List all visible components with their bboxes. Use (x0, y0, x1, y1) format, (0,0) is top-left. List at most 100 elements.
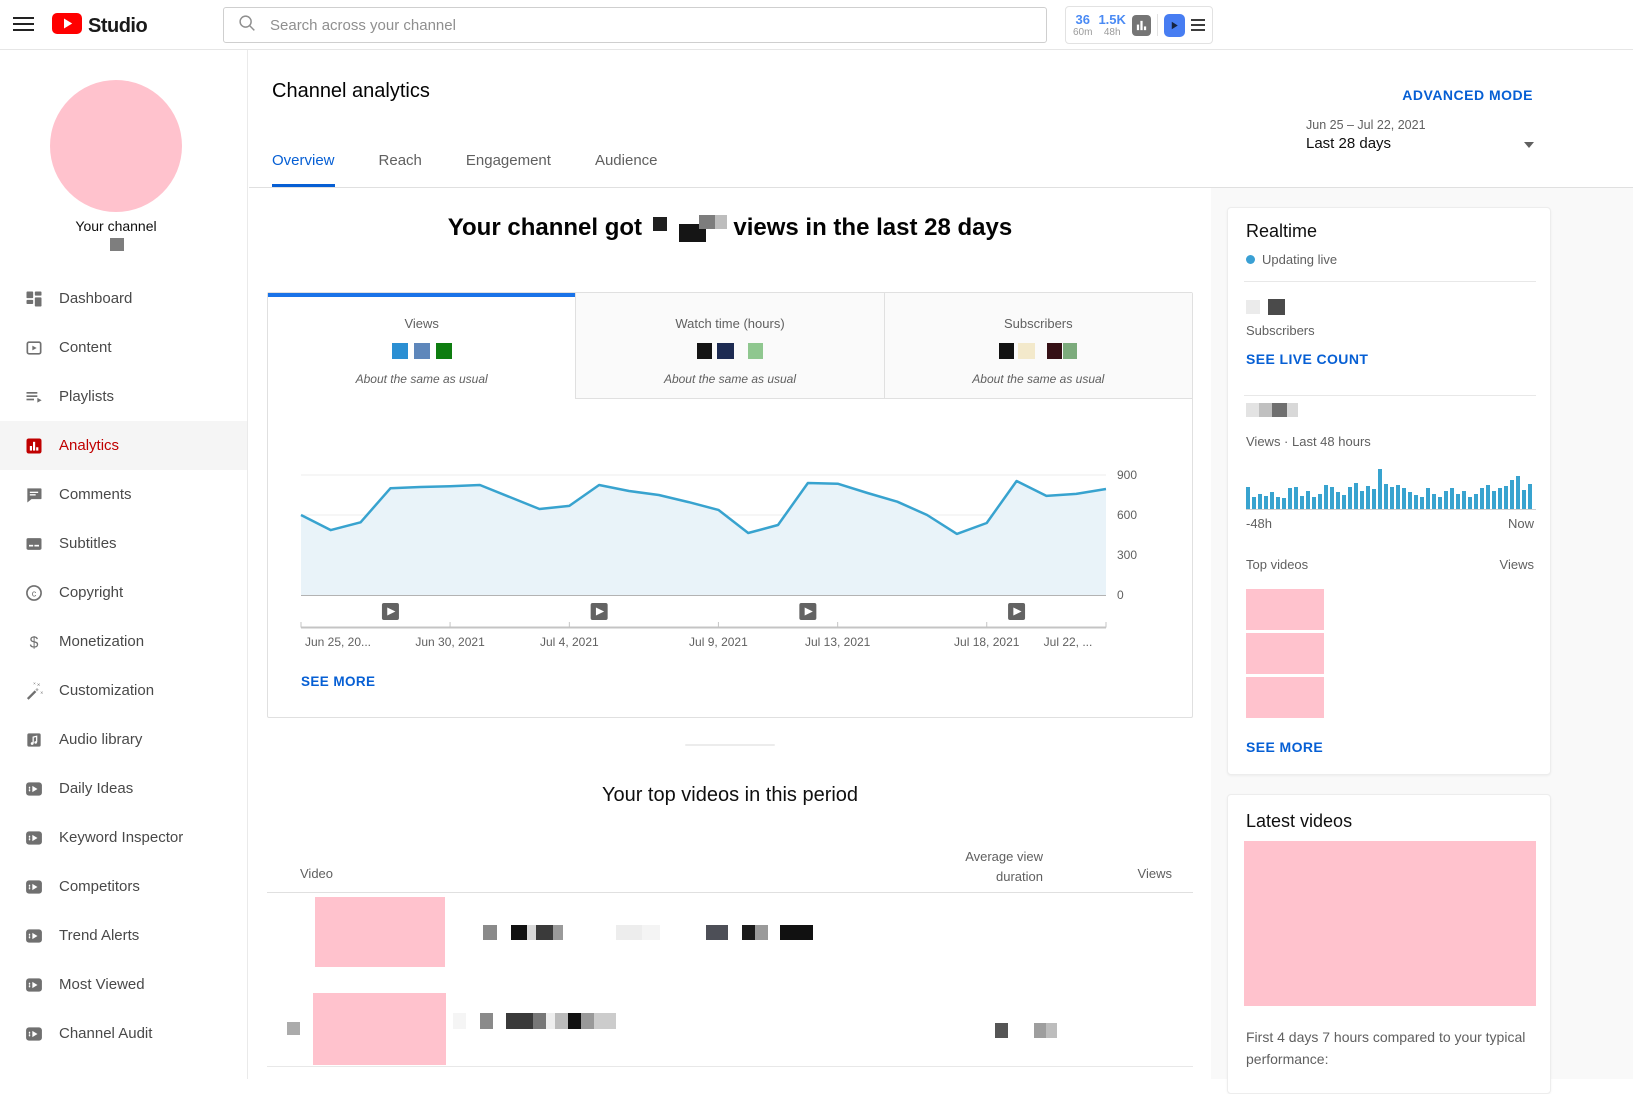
metric-tab-note: About the same as usual (885, 372, 1192, 386)
chevron-down-icon (1524, 142, 1534, 148)
top-videos-table: Video Average view duration Views (267, 845, 1193, 1079)
redacted-views-count (1287, 403, 1298, 417)
column-header-avg-view-duration: Average view duration (965, 847, 1043, 887)
sidebar-item-playlists[interactable]: Playlists (0, 372, 247, 421)
updating-live-status: Updating live (1246, 252, 1337, 267)
svg-text:×: × (37, 682, 40, 688)
sidebar-item-copyright[interactable]: cCopyright (0, 568, 247, 617)
key-metrics-card: ViewsAbout the same as usualWatch time (… (267, 292, 1193, 718)
subtitles-icon (23, 533, 45, 555)
sidebar-item-label: Comments (59, 486, 132, 503)
svg-text:×: × (40, 690, 43, 696)
redacted-video-thumbnail[interactable] (313, 993, 446, 1065)
video-upload-marker-icon[interactable] (1008, 603, 1025, 620)
sidebar-item-comments[interactable]: Comments (0, 470, 247, 519)
redacted-video-title (594, 1013, 616, 1029)
sidebar-item-customization[interactable]: ×××Customization (0, 666, 247, 715)
sidebar-item-label: Most Viewed (59, 976, 145, 993)
vidiq-menu-icon[interactable] (1191, 16, 1205, 34)
redacted-video-title (536, 925, 553, 940)
youtube-studio-logo[interactable]: Studio (52, 13, 147, 39)
sidebar-item-monetization[interactable]: $Monetization (0, 617, 247, 666)
svg-text:Jun 30, 2021: Jun 30, 2021 (415, 635, 485, 649)
see-more-link[interactable]: SEE MORE (301, 674, 375, 689)
table-header-divider (267, 892, 1193, 893)
page-title: Channel analytics (272, 80, 430, 103)
divider (1244, 395, 1536, 396)
axis-end-label: Now (1508, 516, 1534, 531)
redacted-video-thumbnail[interactable] (1246, 677, 1324, 718)
redacted-latest-video-thumbnail[interactable] (1244, 841, 1536, 1006)
sidebar-item-most-viewed[interactable]: Most Viewed (0, 960, 247, 1009)
advanced-mode-button[interactable]: ADVANCED MODE (1402, 87, 1533, 103)
views-headline: Your channel got views in the last 28 da… (267, 212, 1193, 242)
svg-text:Jun 25, 20...: Jun 25, 20... (305, 635, 371, 649)
redacted-views-count (1259, 403, 1272, 417)
svg-text:×: × (33, 681, 36, 686)
redacted-video-title (480, 1013, 493, 1029)
sidebar-item-label: Subtitles (59, 535, 117, 552)
sidebar-item-competitors[interactable]: Competitors (0, 862, 247, 911)
stat-unit: 60m (1073, 28, 1092, 38)
search-icon (236, 12, 258, 39)
channel-avatar[interactable] (50, 80, 182, 212)
stat-value: 1.5K (1098, 13, 1125, 26)
redacted-duration-value (995, 1023, 1008, 1038)
metric-tab-views[interactable]: ViewsAbout the same as usual (268, 293, 575, 399)
svg-text:0: 0 (1117, 588, 1124, 602)
youtube-play-icon (52, 13, 82, 39)
see-more-link[interactable]: SEE MORE (1246, 739, 1323, 755)
axis-start-label: -48h (1246, 516, 1272, 531)
tab-audience[interactable]: Audience (595, 152, 658, 187)
redacted-video-thumbnail[interactable] (1246, 633, 1324, 674)
redacted-video-thumbnail[interactable] (315, 897, 445, 967)
redacted-video-title (581, 1013, 594, 1029)
metric-tab-subscribers[interactable]: SubscribersAbout the same as usual (884, 293, 1192, 399)
sidebar-item-channel-audit[interactable]: Channel Audit (0, 1009, 247, 1058)
metric-tab-watch-time-hours-[interactable]: Watch time (hours)About the same as usua… (575, 293, 883, 399)
vidiq-toolbar-widget: 36 60m 1.5K 48h (1065, 6, 1213, 44)
sidebar-item-trend-alerts[interactable]: Trend Alerts (0, 911, 247, 960)
sidebar-item-dashboard[interactable]: Dashboard (0, 274, 247, 323)
hamburger-menu-icon[interactable] (13, 17, 34, 32)
redacted-subscriber-count (1268, 299, 1285, 315)
vidiq-views-per-hour-stat[interactable]: 36 60m (1073, 13, 1092, 38)
vidiq-logo-icon[interactable] (1164, 14, 1185, 37)
sidebar-item-content[interactable]: Content (0, 323, 247, 372)
sidebar-item-audio-library[interactable]: Audio library (0, 715, 247, 764)
views-last-48h-label: Views · Last 48 hours (1246, 434, 1371, 449)
redacted-metric-value (999, 343, 1014, 359)
bar-chart-baseline (1246, 509, 1536, 510)
tab-reach[interactable]: Reach (379, 152, 422, 187)
tab-overview[interactable]: Overview (272, 152, 335, 187)
realtime-card: Realtime Updating live Subscribers SEE L… (1227, 207, 1551, 775)
sidebar-item-keyword-inspector[interactable]: Keyword Inspector (0, 813, 247, 862)
headline-prefix: Your channel got (448, 214, 642, 241)
stat-value: 36 (1075, 13, 1089, 26)
bar-chart-icon[interactable] (1132, 15, 1151, 36)
video-upload-marker-icon[interactable] (799, 603, 816, 620)
svg-text:c: c (32, 588, 37, 598)
video-upload-marker-icon[interactable] (382, 603, 399, 620)
sidebar-item-daily-ideas[interactable]: Daily Ideas (0, 764, 247, 813)
tab-engagement[interactable]: Engagement (466, 152, 551, 187)
vidiq-icon (23, 974, 45, 996)
redacted-video-title (511, 925, 527, 940)
sidebar-item-label: Customization (59, 682, 154, 699)
redacted-video-title (706, 925, 728, 940)
redacted-video-thumbnail[interactable] (1246, 589, 1324, 630)
sidebar-item-analytics[interactable]: Analytics (0, 421, 247, 470)
search-input[interactable] (268, 16, 1034, 35)
monetization-icon: $ (23, 631, 45, 653)
sidebar-item-subtitles[interactable]: Subtitles (0, 519, 247, 568)
latest-videos-card: Latest videos First 4 days 7 hours compa… (1227, 794, 1551, 1094)
video-upload-marker-icon[interactable] (591, 603, 608, 620)
see-live-count-link[interactable]: SEE LIVE COUNT (1246, 351, 1368, 367)
svg-text:$: $ (30, 634, 39, 651)
vidiq-views-48h-stat[interactable]: 1.5K 48h (1098, 13, 1125, 38)
redacted-video-title (483, 925, 497, 940)
sidebar-item-label: Dashboard (59, 290, 132, 307)
svg-text:300: 300 (1117, 548, 1137, 562)
date-range-picker[interactable]: Jun 25 – Jul 22, 2021 Last 28 days (1306, 118, 1556, 152)
redacted-video-title (755, 925, 768, 940)
